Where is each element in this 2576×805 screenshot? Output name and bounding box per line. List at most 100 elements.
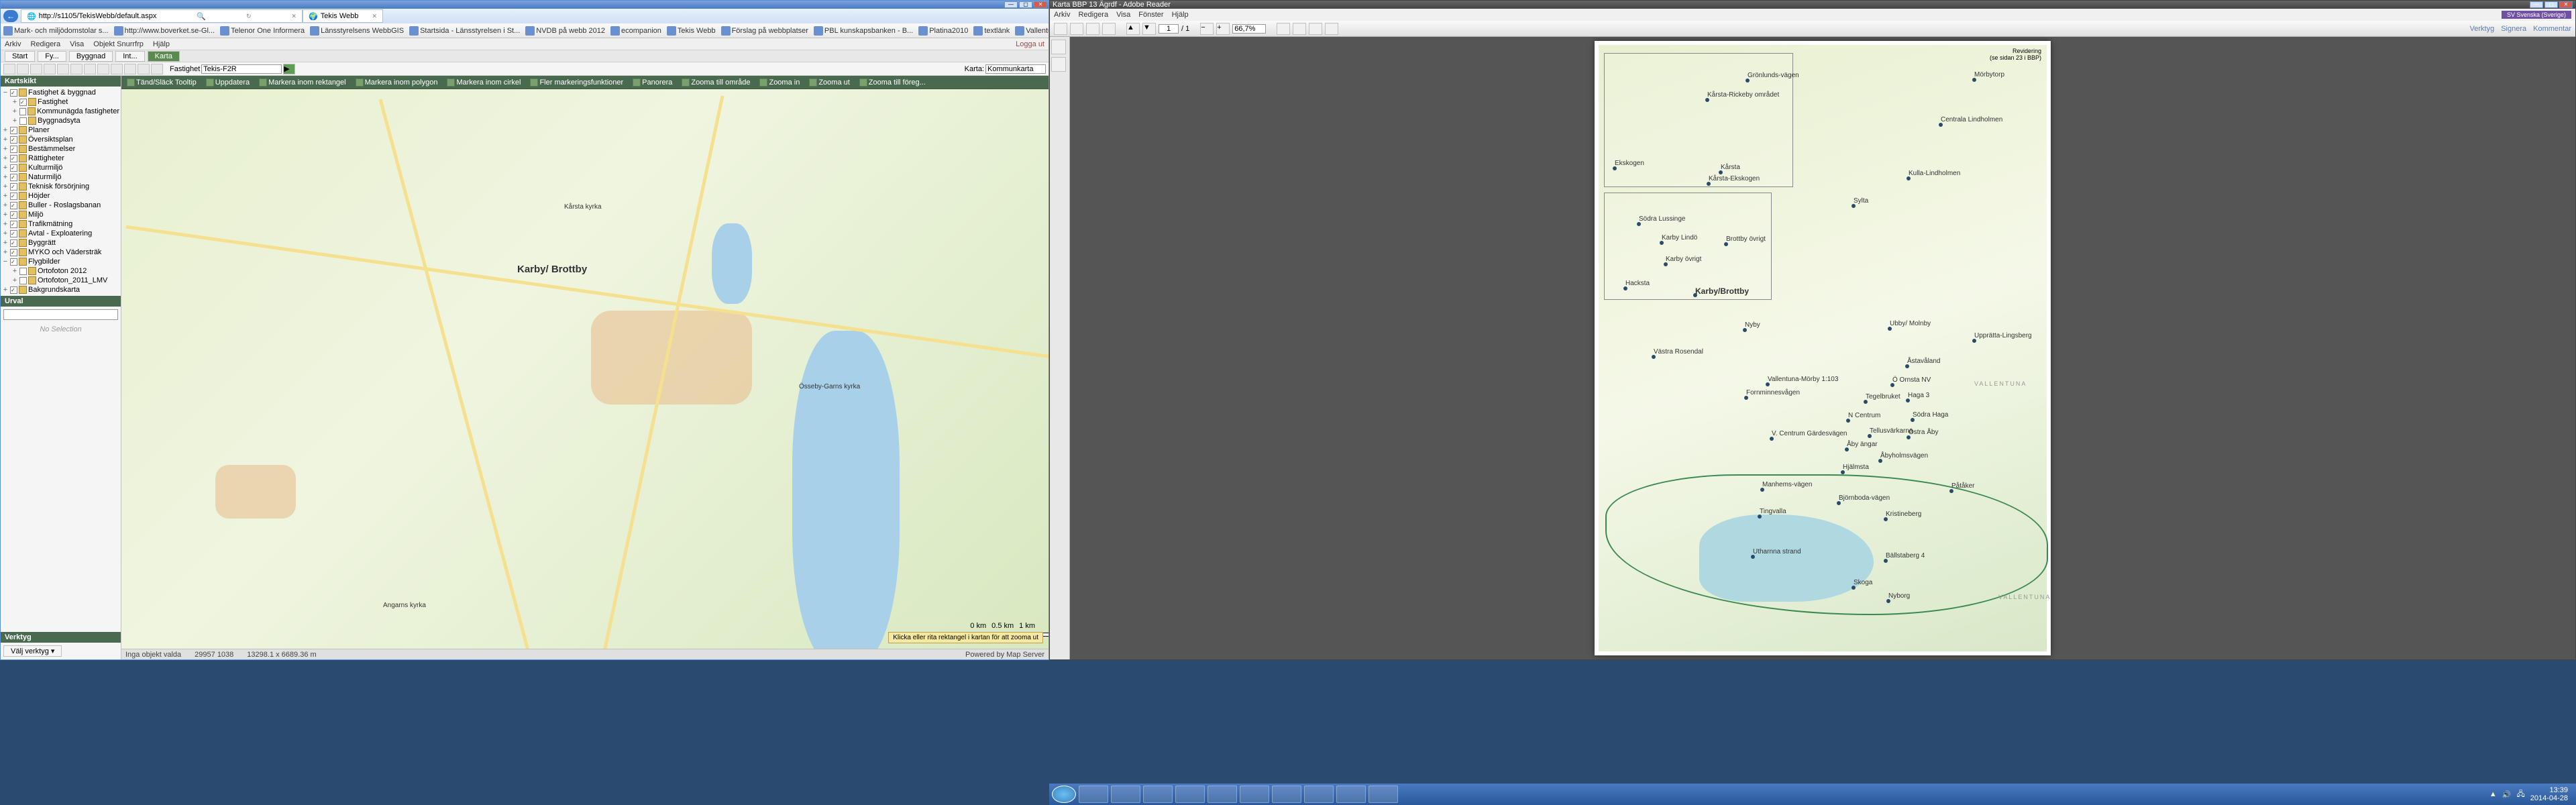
- ie-maximize[interactable]: ▢: [1019, 1, 1032, 8]
- layer-item[interactable]: +Höjder: [2, 191, 119, 201]
- layer-checkbox[interactable]: [10, 146, 17, 153]
- urval-select[interactable]: [3, 309, 118, 320]
- task-app[interactable]: [1304, 786, 1334, 803]
- layer-item[interactable]: −Flygbilder: [2, 257, 119, 266]
- logout-link[interactable]: Logga ut: [1016, 40, 1044, 48]
- map-tool[interactable]: Zooma in: [757, 78, 802, 87]
- layer-checkbox[interactable]: [10, 174, 17, 181]
- layer-item[interactable]: +Miljö: [2, 210, 119, 219]
- tab-tekis-webb[interactable]: 🌍 Tekis Webb ✕: [303, 9, 383, 23]
- map-tool[interactable]: Markera inom cirkel: [444, 78, 523, 87]
- layer-checkbox[interactable]: [10, 239, 17, 247]
- expand-icon[interactable]: +: [2, 192, 9, 200]
- pdf-next-page[interactable]: ▼: [1142, 23, 1156, 35]
- favorite-link[interactable]: http://www.boverket.se-Gl...: [114, 26, 215, 36]
- refresh-icon[interactable]: ↻: [246, 13, 252, 20]
- layer-item[interactable]: +Naturmiljö: [2, 172, 119, 182]
- tool-btn[interactable]: [151, 64, 163, 74]
- layer-checkbox[interactable]: [10, 155, 17, 162]
- pdf-panel-tab[interactable]: Signera: [2501, 25, 2526, 33]
- expand-icon[interactable]: +: [2, 145, 9, 153]
- favorite-link[interactable]: Vallentuna Kommun: [1015, 26, 1049, 36]
- back-button[interactable]: ←: [3, 10, 18, 22]
- map-tool[interactable]: Fler markeringsfunktioner: [527, 78, 626, 87]
- expand-icon[interactable]: +: [2, 211, 9, 219]
- tool-btn[interactable]: [57, 64, 69, 74]
- task-outlook[interactable]: [1143, 786, 1173, 803]
- pdf-page-input[interactable]: [1159, 24, 1179, 34]
- favorite-link[interactable]: Tekis Webb: [667, 26, 716, 36]
- tray-icon[interactable]: 🔊: [2502, 790, 2512, 799]
- layer-item[interactable]: +Bestämmelser: [2, 144, 119, 154]
- task-folder[interactable]: [1111, 786, 1140, 803]
- start-button[interactable]: [1052, 786, 1076, 803]
- favorite-link[interactable]: Förslag på webbplatser: [721, 26, 808, 36]
- task-explorer[interactable]: [1079, 786, 1108, 803]
- layer-item[interactable]: +Fastighet: [2, 97, 119, 107]
- task-app[interactable]: [1208, 786, 1237, 803]
- layer-checkbox[interactable]: [10, 286, 17, 294]
- pdf-panel-tab[interactable]: Verktyg: [2470, 25, 2495, 33]
- pdf-tool-icon[interactable]: [1277, 23, 1290, 35]
- layer-checkbox[interactable]: [10, 249, 17, 256]
- layer-item[interactable]: +Buller - Roslagsbanan: [2, 201, 119, 210]
- address-bar[interactable]: 🌐 http://s1105/TekisWebb/default.aspx 🔍 …: [21, 9, 303, 23]
- favorite-link[interactable]: PBL kunskapsbanken - B...: [814, 26, 913, 36]
- pdf-close[interactable]: ✕: [2559, 1, 2573, 8]
- pdf-print-icon[interactable]: [1086, 23, 1099, 35]
- pdf-menu-item[interactable]: Hjälp: [1172, 11, 1189, 19]
- tool-btn[interactable]: [84, 64, 96, 74]
- favorite-link[interactable]: Telenor One Informera: [220, 26, 305, 36]
- pdf-menu-item[interactable]: Visa: [1116, 11, 1130, 19]
- menu-item[interactable]: Arkiv: [5, 40, 21, 48]
- layer-checkbox[interactable]: [10, 221, 17, 228]
- layer-item[interactable]: +Trafikmätning: [2, 219, 119, 229]
- layer-item[interactable]: +Rättigheter: [2, 154, 119, 163]
- submenu-tab[interactable]: Int...: [115, 51, 144, 62]
- layer-item[interactable]: +MYKO och Vädersträk: [2, 248, 119, 257]
- tray-icon[interactable]: ▲: [2489, 790, 2497, 798]
- expand-icon[interactable]: +: [11, 98, 18, 106]
- layer-checkbox[interactable]: [10, 230, 17, 237]
- map-tool[interactable]: Markera inom rektangel: [256, 78, 349, 87]
- menu-item[interactable]: Visa: [70, 40, 84, 48]
- layer-item[interactable]: −Fastighet & byggnad: [2, 88, 119, 97]
- expand-icon[interactable]: +: [2, 248, 9, 256]
- submenu-tab[interactable]: Fy...: [38, 51, 66, 62]
- expand-icon[interactable]: +: [2, 229, 9, 237]
- submenu-tab[interactable]: Karta: [148, 51, 180, 62]
- expand-icon[interactable]: +: [2, 126, 9, 134]
- layer-checkbox[interactable]: [10, 136, 17, 144]
- pdf-thumbnails-icon[interactable]: [1051, 40, 1066, 54]
- task-ie[interactable]: [1272, 786, 1301, 803]
- tool-btn[interactable]: [44, 64, 56, 74]
- task-word[interactable]: [1175, 786, 1205, 803]
- panel-urval-header[interactable]: Urval: [1, 296, 121, 307]
- menu-item[interactable]: Objekt Snurrfrp: [93, 40, 144, 48]
- map-tool[interactable]: Zooma ut: [806, 78, 852, 87]
- favorite-link[interactable]: textlänk: [973, 26, 1010, 36]
- expand-icon[interactable]: −: [2, 258, 9, 266]
- layer-item[interactable]: +Byggrätt: [2, 238, 119, 248]
- layer-checkbox[interactable]: [10, 202, 17, 209]
- layer-item[interactable]: +Teknisk försörjning: [2, 182, 119, 191]
- tool-btn[interactable]: [111, 64, 123, 74]
- tool-btn[interactable]: [97, 64, 109, 74]
- layer-checkbox[interactable]: [10, 164, 17, 172]
- pdf-open-icon[interactable]: [1054, 23, 1067, 35]
- pdf-zoom-out[interactable]: −: [1200, 23, 1214, 35]
- expand-icon[interactable]: +: [11, 117, 18, 125]
- expand-icon[interactable]: +: [2, 173, 9, 181]
- pdf-maximize[interactable]: ▢: [2544, 1, 2558, 8]
- pdf-panel-tab[interactable]: Kommentar: [2533, 25, 2571, 33]
- ie-minimize[interactable]: —: [1004, 1, 1018, 8]
- system-tray[interactable]: ▲ 🔊 🖧 13:39 2014-04-28: [2489, 786, 2573, 802]
- submenu-tab[interactable]: Start: [5, 51, 35, 62]
- search-dropdown[interactable]: Tekis-F2R: [201, 64, 282, 74]
- expand-icon[interactable]: +: [2, 136, 9, 144]
- pdf-prev-page[interactable]: ▲: [1126, 23, 1140, 35]
- layer-item[interactable]: +Bakgrundskarta: [2, 285, 119, 294]
- submenu-tab[interactable]: Byggnad: [69, 51, 113, 62]
- expand-icon[interactable]: +: [2, 182, 9, 191]
- task-acrobat[interactable]: [1368, 786, 1398, 803]
